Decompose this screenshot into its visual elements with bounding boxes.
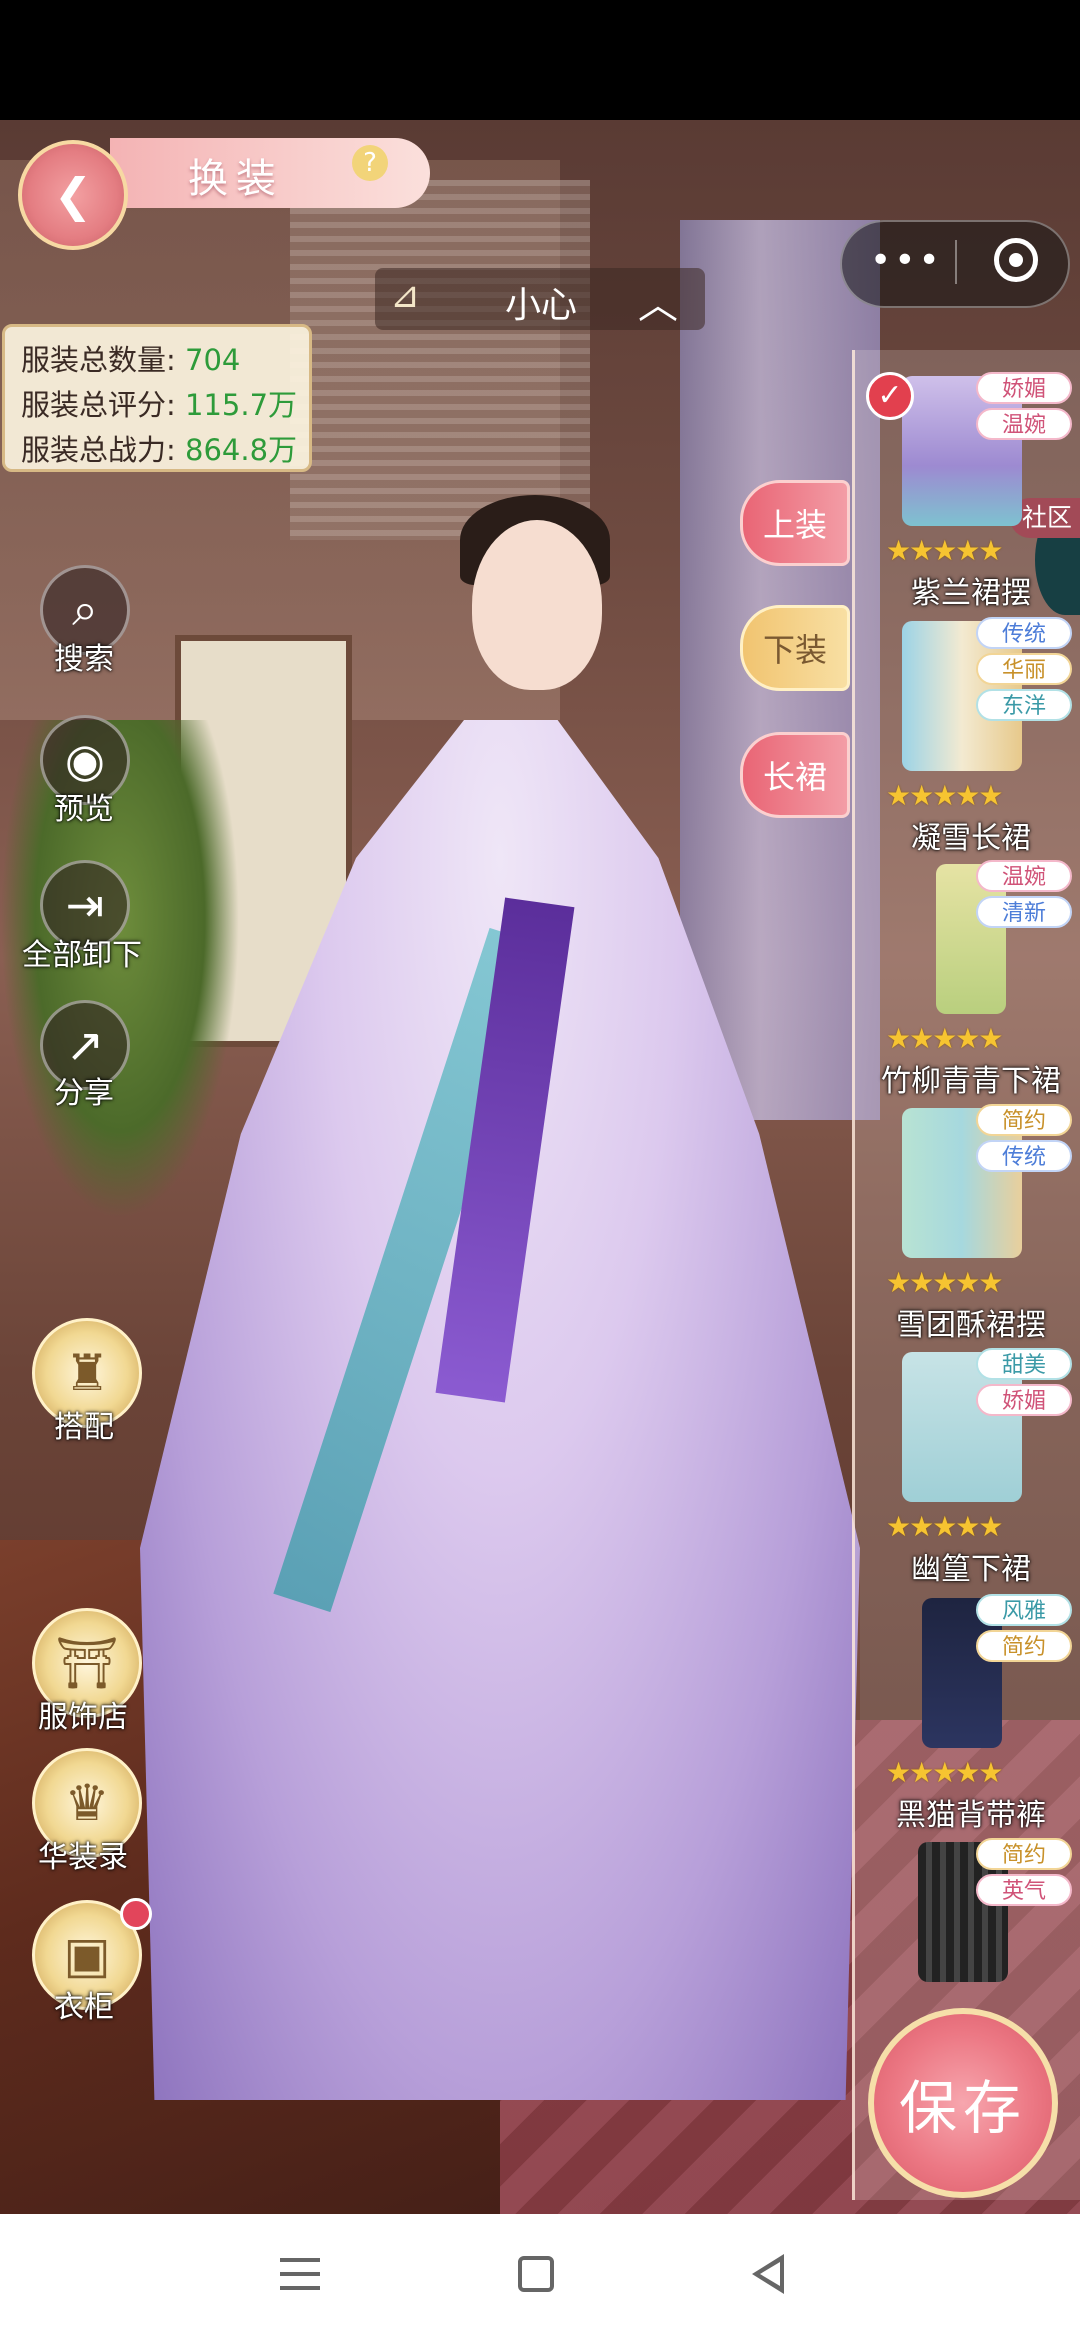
preview-label: 预览 <box>54 792 114 827</box>
item-tag: 甜美 <box>976 1348 1072 1380</box>
selected-check-icon: ✓ <box>866 372 914 420</box>
item-tag: 简约 <box>976 1104 1072 1136</box>
recent-apps-icon[interactable] <box>280 2258 320 2292</box>
tab-bottoms[interactable]: 下装 <box>740 605 850 691</box>
item-card[interactable]: 风雅 简约 ★★★★★ 黑猫背带裤 <box>866 1582 1076 1833</box>
stat-power: 服装总战力: 864.8万 <box>21 427 297 469</box>
close-miniprogram-icon-center <box>1009 253 1023 267</box>
stat-score-value: 115.7万 <box>185 388 298 422</box>
share-label: 分享 <box>54 1076 114 1111</box>
window-blinds <box>290 180 590 540</box>
item-card[interactable]: 甜美 娇媚 ★★★★★ 幽篁下裙 <box>866 1336 1076 1587</box>
stat-score: 服装总评分: 115.7万 <box>21 382 297 424</box>
notification-dot <box>120 1898 152 1930</box>
item-tag: 简约 <box>976 1630 1072 1662</box>
item-card[interactable]: 温婉 清新 ★★★★★ 竹柳青青下裙 <box>866 848 1076 1099</box>
save-button[interactable]: 保存 <box>868 2008 1058 2198</box>
shop-icon: ⛩ <box>55 1633 119 1692</box>
item-tag: 英气 <box>976 1874 1072 1906</box>
home-icon[interactable] <box>518 2256 554 2292</box>
catalog-label: 华装录 <box>38 1840 128 1875</box>
stat-count-value: 704 <box>185 343 241 377</box>
item-tag: 温婉 <box>976 408 1072 440</box>
eye-icon: ◉ <box>64 733 106 787</box>
item-card[interactable]: 简约 传统 ★★★★★ 雪团酥裙摆 <box>866 1092 1076 1343</box>
share-icon: ↗ <box>65 1018 105 1072</box>
item-tag: 清新 <box>976 896 1072 928</box>
item-tag: 华丽 <box>976 653 1072 685</box>
stat-score-label: 服装总评分: <box>21 388 176 422</box>
stat-power-value: 864.8万 <box>185 433 298 467</box>
shop-label: 服饰店 <box>38 1700 128 1735</box>
item-stars: ★★★★★ <box>886 1266 1004 1299</box>
character-name: 小心 <box>505 285 578 326</box>
item-stars: ★★★★★ <box>886 534 1004 567</box>
tab-tops[interactable]: 上装 <box>740 480 850 566</box>
stats-panel: 服装总数量: 704 服装总评分: 115.7万 服装总战力: 864.8万 <box>2 324 312 472</box>
catalog-icon: ♛ <box>64 1774 110 1832</box>
back-icon-inner <box>760 2262 780 2286</box>
stat-count: 服装总数量: 704 <box>21 337 240 379</box>
item-tag: 简约 <box>976 1838 1072 1870</box>
pose-icon[interactable]: ⊿ <box>390 275 420 316</box>
item-card[interactable]: 传统 华丽 东洋 ★★★★★ 凝雪长裙 <box>866 605 1076 856</box>
item-tag: 娇媚 <box>976 1384 1072 1416</box>
item-tag: 温婉 <box>976 860 1072 892</box>
status-bar-area <box>0 0 1080 120</box>
item-stars: ★★★★★ <box>886 1756 1004 1789</box>
unequip-icon: ⇥ <box>65 878 105 932</box>
item-stars: ★★★★★ <box>886 1022 1004 1055</box>
item-tag: 娇媚 <box>976 372 1072 404</box>
more-options-icon[interactable]: ••• <box>870 240 943 281</box>
unequip-all-label: 全部卸下 <box>22 938 142 973</box>
item-tag: 东洋 <box>976 689 1072 721</box>
back-button[interactable]: ❮ <box>18 140 128 250</box>
item-tag: 传统 <box>976 617 1072 649</box>
stat-power-label: 服装总战力: <box>21 433 176 467</box>
item-tag: 传统 <box>976 1140 1072 1172</box>
page-title: 换装 <box>188 156 284 202</box>
outfit-icon: ♜ <box>64 1344 110 1402</box>
wardrobe-label: 衣柜 <box>54 1990 114 2025</box>
wardrobe-icon: ▣ <box>63 1926 111 1984</box>
tab-dresses[interactable]: 长裙 <box>740 732 850 818</box>
item-stars: ★★★★★ <box>886 779 1004 812</box>
outfit-label: 搭配 <box>54 1410 114 1445</box>
item-tag: 风雅 <box>976 1594 1072 1626</box>
help-icon[interactable]: ? <box>352 145 388 181</box>
character-face <box>472 520 602 690</box>
search-label: 搜索 <box>54 642 114 677</box>
item-stars: ★★★★★ <box>886 1510 1004 1543</box>
capsule-divider <box>955 240 957 284</box>
stat-count-label: 服装总数量: <box>21 343 176 377</box>
search-icon: ⌕ <box>72 582 98 636</box>
back-arrow-icon: ❮ <box>53 168 93 222</box>
collapse-icon[interactable]: ︿ <box>638 272 678 330</box>
